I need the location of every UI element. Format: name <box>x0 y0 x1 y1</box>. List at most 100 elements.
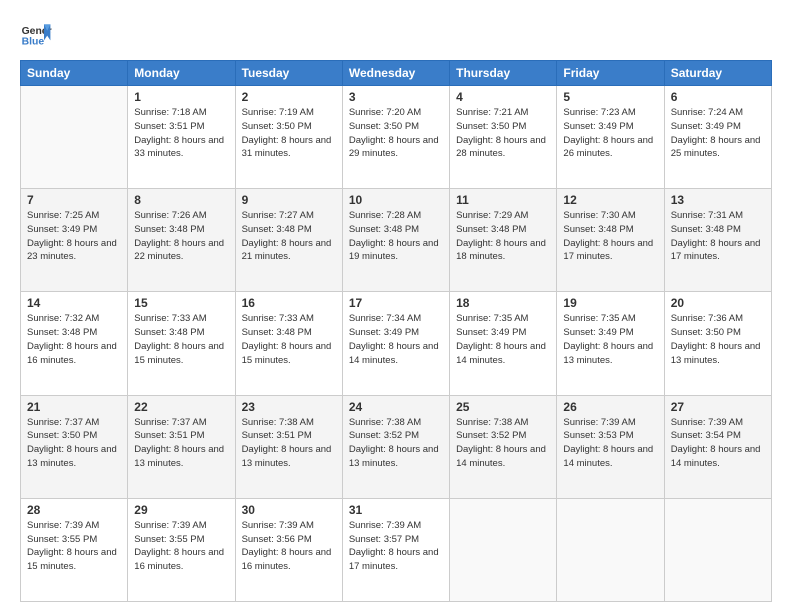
calendar-cell: 25 Sunrise: 7:38 AM Sunset: 3:52 PM Dayli… <box>450 395 557 498</box>
day-number: 26 <box>563 400 657 414</box>
calendar-cell: 14 Sunrise: 7:32 AM Sunset: 3:48 PM Dayli… <box>21 292 128 395</box>
calendar-cell: 16 Sunrise: 7:33 AM Sunset: 3:48 PM Dayli… <box>235 292 342 395</box>
calendar-cell: 30 Sunrise: 7:39 AM Sunset: 3:56 PM Dayli… <box>235 498 342 601</box>
day-info: Sunrise: 7:25 AM Sunset: 3:49 PM Dayligh… <box>27 209 121 264</box>
day-info: Sunrise: 7:37 AM Sunset: 3:50 PM Dayligh… <box>27 416 121 471</box>
calendar-cell: 13 Sunrise: 7:31 AM Sunset: 3:48 PM Dayli… <box>664 189 771 292</box>
day-number: 24 <box>349 400 443 414</box>
day-info: Sunrise: 7:27 AM Sunset: 3:48 PM Dayligh… <box>242 209 336 264</box>
page-header: General Blue <box>20 18 772 50</box>
calendar-cell: 18 Sunrise: 7:35 AM Sunset: 3:49 PM Dayli… <box>450 292 557 395</box>
day-number: 11 <box>456 193 550 207</box>
calendar-cell: 24 Sunrise: 7:38 AM Sunset: 3:52 PM Dayli… <box>342 395 449 498</box>
calendar-cell <box>557 498 664 601</box>
calendar-cell: 20 Sunrise: 7:36 AM Sunset: 3:50 PM Dayli… <box>664 292 771 395</box>
day-info: Sunrise: 7:36 AM Sunset: 3:50 PM Dayligh… <box>671 312 765 367</box>
calendar-week-row: 7 Sunrise: 7:25 AM Sunset: 3:49 PM Daylig… <box>21 189 772 292</box>
day-info: Sunrise: 7:39 AM Sunset: 3:56 PM Dayligh… <box>242 519 336 574</box>
calendar-cell: 10Sunrise: 7:28 AM Sunset: 3:48 PM Dayli… <box>342 189 449 292</box>
weekday-header-monday: Monday <box>128 61 235 86</box>
calendar-cell: 23 Sunrise: 7:38 AM Sunset: 3:51 PM Dayli… <box>235 395 342 498</box>
day-info: Sunrise: 7:38 AM Sunset: 3:52 PM Dayligh… <box>349 416 443 471</box>
weekday-header-saturday: Saturday <box>664 61 771 86</box>
calendar-cell: 21Sunrise: 7:37 AM Sunset: 3:50 PM Dayli… <box>21 395 128 498</box>
day-info: Sunrise: 7:31 AM Sunset: 3:48 PM Dayligh… <box>671 209 765 264</box>
weekday-header-friday: Friday <box>557 61 664 86</box>
day-info: Sunrise: 7:21 AM Sunset: 3:50 PM Dayligh… <box>456 106 550 161</box>
day-number: 31 <box>349 503 443 517</box>
day-number: 14 <box>27 296 121 310</box>
day-info: Sunrise: 7:23 AM Sunset: 3:49 PM Dayligh… <box>563 106 657 161</box>
day-info: Sunrise: 7:39 AM Sunset: 3:57 PM Dayligh… <box>349 519 443 574</box>
day-info: Sunrise: 7:38 AM Sunset: 3:51 PM Dayligh… <box>242 416 336 471</box>
weekday-header-thursday: Thursday <box>450 61 557 86</box>
day-number: 25 <box>456 400 550 414</box>
day-number: 13 <box>671 193 765 207</box>
calendar-week-row: 21Sunrise: 7:37 AM Sunset: 3:50 PM Dayli… <box>21 395 772 498</box>
day-number: 6 <box>671 90 765 104</box>
day-number: 15 <box>134 296 228 310</box>
calendar-cell: 9 Sunrise: 7:27 AM Sunset: 3:48 PM Daylig… <box>235 189 342 292</box>
day-info: Sunrise: 7:39 AM Sunset: 3:55 PM Dayligh… <box>27 519 121 574</box>
day-info: Sunrise: 7:29 AM Sunset: 3:48 PM Dayligh… <box>456 209 550 264</box>
day-number: 8 <box>134 193 228 207</box>
weekday-header-wednesday: Wednesday <box>342 61 449 86</box>
calendar-cell <box>450 498 557 601</box>
day-number: 18 <box>456 296 550 310</box>
day-info: Sunrise: 7:37 AM Sunset: 3:51 PM Dayligh… <box>134 416 228 471</box>
calendar-week-row: 28 Sunrise: 7:39 AM Sunset: 3:55 PM Dayli… <box>21 498 772 601</box>
day-info: Sunrise: 7:24 AM Sunset: 3:49 PM Dayligh… <box>671 106 765 161</box>
day-info: Sunrise: 7:20 AM Sunset: 3:50 PM Dayligh… <box>349 106 443 161</box>
day-info: Sunrise: 7:39 AM Sunset: 3:53 PM Dayligh… <box>563 416 657 471</box>
day-number: 12 <box>563 193 657 207</box>
calendar-cell: 17 Sunrise: 7:34 AM Sunset: 3:49 PM Dayli… <box>342 292 449 395</box>
calendar-cell: 7 Sunrise: 7:25 AM Sunset: 3:49 PM Daylig… <box>21 189 128 292</box>
day-number: 23 <box>242 400 336 414</box>
weekday-header-row: SundayMondayTuesdayWednesdayThursdayFrid… <box>21 61 772 86</box>
calendar-cell: 19Sunrise: 7:35 AM Sunset: 3:49 PM Dayli… <box>557 292 664 395</box>
calendar-cell: 15 Sunrise: 7:33 AM Sunset: 3:48 PM Dayli… <box>128 292 235 395</box>
day-number: 29 <box>134 503 228 517</box>
day-info: Sunrise: 7:35 AM Sunset: 3:49 PM Dayligh… <box>563 312 657 367</box>
day-number: 9 <box>242 193 336 207</box>
calendar-cell: 1 Sunrise: 7:18 AM Sunset: 3:51 PM Daylig… <box>128 86 235 189</box>
calendar-cell: 26 Sunrise: 7:39 AM Sunset: 3:53 PM Dayli… <box>557 395 664 498</box>
day-number: 1 <box>134 90 228 104</box>
day-info: Sunrise: 7:39 AM Sunset: 3:55 PM Dayligh… <box>134 519 228 574</box>
day-info: Sunrise: 7:26 AM Sunset: 3:48 PM Dayligh… <box>134 209 228 264</box>
day-info: Sunrise: 7:39 AM Sunset: 3:54 PM Dayligh… <box>671 416 765 471</box>
logo: General Blue <box>20 18 52 50</box>
day-number: 3 <box>349 90 443 104</box>
day-info: Sunrise: 7:30 AM Sunset: 3:48 PM Dayligh… <box>563 209 657 264</box>
calendar-cell: 27Sunrise: 7:39 AM Sunset: 3:54 PM Dayli… <box>664 395 771 498</box>
calendar-cell: 5Sunrise: 7:23 AM Sunset: 3:49 PM Daylig… <box>557 86 664 189</box>
day-number: 16 <box>242 296 336 310</box>
calendar-cell: 4Sunrise: 7:21 AM Sunset: 3:50 PM Daylig… <box>450 86 557 189</box>
day-info: Sunrise: 7:34 AM Sunset: 3:49 PM Dayligh… <box>349 312 443 367</box>
day-info: Sunrise: 7:19 AM Sunset: 3:50 PM Dayligh… <box>242 106 336 161</box>
day-number: 22 <box>134 400 228 414</box>
weekday-header-tuesday: Tuesday <box>235 61 342 86</box>
calendar-cell: 22 Sunrise: 7:37 AM Sunset: 3:51 PM Dayli… <box>128 395 235 498</box>
calendar-week-row: 14 Sunrise: 7:32 AM Sunset: 3:48 PM Dayli… <box>21 292 772 395</box>
calendar-cell: 8 Sunrise: 7:26 AM Sunset: 3:48 PM Daylig… <box>128 189 235 292</box>
svg-text:Blue: Blue <box>22 36 45 47</box>
weekday-header-sunday: Sunday <box>21 61 128 86</box>
day-info: Sunrise: 7:38 AM Sunset: 3:52 PM Dayligh… <box>456 416 550 471</box>
day-number: 7 <box>27 193 121 207</box>
calendar-cell: 28 Sunrise: 7:39 AM Sunset: 3:55 PM Dayli… <box>21 498 128 601</box>
day-number: 28 <box>27 503 121 517</box>
day-number: 17 <box>349 296 443 310</box>
day-info: Sunrise: 7:32 AM Sunset: 3:48 PM Dayligh… <box>27 312 121 367</box>
calendar-table: SundayMondayTuesdayWednesdayThursdayFrid… <box>20 60 772 602</box>
calendar-week-row: 1 Sunrise: 7:18 AM Sunset: 3:51 PM Daylig… <box>21 86 772 189</box>
calendar-cell: 3 Sunrise: 7:20 AM Sunset: 3:50 PM Daylig… <box>342 86 449 189</box>
calendar-cell <box>21 86 128 189</box>
day-info: Sunrise: 7:18 AM Sunset: 3:51 PM Dayligh… <box>134 106 228 161</box>
day-number: 20 <box>671 296 765 310</box>
day-info: Sunrise: 7:35 AM Sunset: 3:49 PM Dayligh… <box>456 312 550 367</box>
day-info: Sunrise: 7:33 AM Sunset: 3:48 PM Dayligh… <box>242 312 336 367</box>
day-number: 30 <box>242 503 336 517</box>
day-info: Sunrise: 7:33 AM Sunset: 3:48 PM Dayligh… <box>134 312 228 367</box>
calendar-cell: 2Sunrise: 7:19 AM Sunset: 3:50 PM Daylig… <box>235 86 342 189</box>
